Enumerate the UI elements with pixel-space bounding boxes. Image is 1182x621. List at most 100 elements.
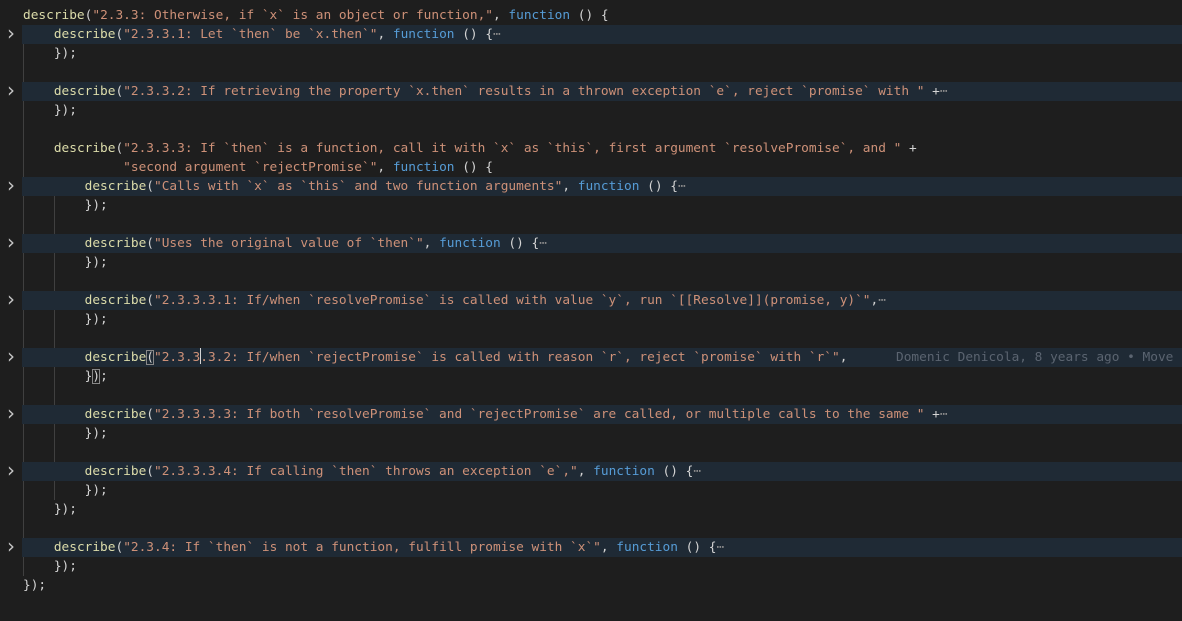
- code-line[interactable]: [0, 120, 1182, 139]
- git-blame-annotation[interactable]: Domenic Denicola, 8 years ago • Move: [896, 348, 1173, 367]
- code-text: });: [23, 310, 108, 329]
- folded-code-line[interactable]: › describe("2.3.4: If `then` is not a fu…: [0, 536, 1182, 557]
- code-text: describe("2.3.3.3.2: If/when `rejectProm…: [23, 348, 847, 367]
- function-name: describe: [53, 540, 116, 555]
- code-line[interactable]: "second argument `rejectPromise`", funct…: [0, 158, 1182, 177]
- matched-bracket: (: [146, 350, 154, 365]
- function-name: describe: [84, 407, 147, 422]
- keyword: function: [508, 8, 571, 23]
- fold-ellipsis[interactable]: ⋯: [716, 540, 724, 555]
- code-text: describe("2.3.3.3.4: If calling `then` t…: [23, 462, 701, 481]
- punctuation: });: [84, 198, 108, 213]
- code-line[interactable]: });: [0, 196, 1182, 215]
- punctuation: });: [53, 103, 77, 118]
- folded-code-line[interactable]: › describe("2.3.3.1: Let `then` be `x.th…: [0, 23, 1182, 44]
- fold-ellipsis[interactable]: ⋯: [878, 293, 886, 308]
- code-line[interactable]: describe("2.3.3: Otherwise, if `x` is an…: [0, 6, 1182, 25]
- keyword: function: [392, 160, 455, 175]
- punctuation: });: [84, 483, 108, 498]
- code-line[interactable]: });: [0, 253, 1182, 272]
- punctuation: ,: [577, 464, 594, 479]
- punctuation: });: [53, 46, 77, 61]
- code-text: describe("2.3.3.1: Let `then` be `x.then…: [23, 25, 501, 44]
- folded-code-line[interactable]: › describe("2.3.3.3.3: If both `resolveP…: [0, 403, 1182, 424]
- code-line[interactable]: });: [0, 576, 1182, 595]
- code-text: });: [23, 500, 77, 519]
- code-line[interactable]: });: [0, 101, 1182, 120]
- code-line[interactable]: });: [0, 424, 1182, 443]
- chevron-right-icon[interactable]: ›: [0, 175, 22, 196]
- fold-ellipsis[interactable]: ⋯: [940, 84, 948, 99]
- function-name: describe: [53, 27, 116, 42]
- punctuation: (: [146, 179, 154, 194]
- code-text: });: [23, 557, 77, 576]
- code-text: });: [23, 253, 108, 272]
- code-line[interactable]: [0, 519, 1182, 538]
- chevron-right-icon[interactable]: ›: [0, 232, 22, 253]
- folded-code-line[interactable]: › describe("2.3.3.3.1: If/when `resolveP…: [0, 289, 1182, 310]
- code-line[interactable]: describe("2.3.3.3: If `then` is a functi…: [0, 139, 1182, 158]
- code-text: describe("Calls with `x` as `this` and t…: [23, 177, 686, 196]
- fold-ellipsis[interactable]: ⋯: [493, 27, 501, 42]
- punctuation: () {: [454, 160, 494, 175]
- punctuation: () {: [677, 540, 717, 555]
- code-text: describe("Uses the original value of `th…: [23, 234, 547, 253]
- punctuation: (: [146, 293, 154, 308]
- string-literal: "Uses the original value of `then`": [154, 236, 424, 251]
- code-line[interactable]: [0, 63, 1182, 82]
- code-text: });: [23, 481, 108, 500]
- code-line[interactable]: [0, 215, 1182, 234]
- folded-code-line[interactable]: › describe("2.3.3.3.4: If calling `then`…: [0, 460, 1182, 481]
- punctuation: ,: [839, 350, 848, 365]
- string-literal: "2.3.3.3: If `then` is a function, call …: [123, 141, 902, 156]
- function-name: describe: [84, 236, 147, 251]
- code-line[interactable]: [0, 386, 1182, 405]
- code-line[interactable]: });: [0, 367, 1182, 386]
- chevron-right-icon[interactable]: ›: [0, 403, 22, 424]
- fold-ellipsis[interactable]: ⋯: [693, 464, 701, 479]
- code-line[interactable]: });: [0, 44, 1182, 63]
- code-text: });: [23, 44, 77, 63]
- function-name: describe: [53, 84, 116, 99]
- folded-code-line[interactable]: › describe("Calls with `x` as `this` and…: [0, 175, 1182, 196]
- folded-code-line[interactable]: › describe("2.3.3.3.2: If/when `rejectPr…: [0, 346, 1182, 367]
- folded-code-line[interactable]: › describe("Uses the original value of `…: [0, 232, 1182, 253]
- string-literal: "2.3.3: Otherwise, if `x` is an object o…: [92, 8, 493, 23]
- code-text: });: [23, 367, 108, 386]
- fold-ellipsis[interactable]: ⋯: [940, 407, 948, 422]
- keyword: function: [577, 179, 640, 194]
- string-literal: "2.3.3.2: If retrieving the property `x.…: [123, 84, 925, 99]
- punctuation: +: [901, 141, 917, 156]
- punctuation: () {: [454, 27, 494, 42]
- code-text: });: [23, 424, 108, 443]
- chevron-right-icon[interactable]: ›: [0, 460, 22, 481]
- string-literal: "2.3.3.3.1: If/when `resolvePromise` is …: [154, 293, 871, 308]
- fold-ellipsis[interactable]: ⋯: [539, 236, 547, 251]
- code-text: describe("2.3.3.3.1: If/when `resolvePro…: [23, 291, 886, 310]
- code-line[interactable]: });: [0, 557, 1182, 576]
- code-line[interactable]: [0, 329, 1182, 348]
- matched-bracket: ): [92, 369, 101, 384]
- string-literal: "Calls with `x` as `this` and two functi…: [154, 179, 563, 194]
- chevron-right-icon[interactable]: ›: [0, 23, 22, 44]
- code-line[interactable]: });: [0, 310, 1182, 329]
- chevron-right-icon[interactable]: ›: [0, 346, 22, 367]
- code-text: describe("2.3.3: Otherwise, if `x` is an…: [23, 6, 609, 25]
- function-name: describe: [84, 179, 147, 194]
- code-line[interactable]: });: [0, 500, 1182, 519]
- chevron-right-icon[interactable]: ›: [0, 80, 22, 101]
- keyword: function: [616, 540, 678, 555]
- folded-code-line[interactable]: › describe("2.3.3.2: If retrieving the p…: [0, 80, 1182, 101]
- punctuation: ,: [423, 236, 440, 251]
- code-line[interactable]: [0, 443, 1182, 462]
- fold-ellipsis[interactable]: ⋯: [678, 179, 686, 194]
- punctuation: ;: [100, 369, 108, 384]
- chevron-right-icon[interactable]: ›: [0, 536, 22, 557]
- punctuation: ,: [600, 540, 617, 555]
- chevron-right-icon[interactable]: ›: [0, 289, 22, 310]
- code-text: "second argument `rejectPromise`", funct…: [23, 158, 493, 177]
- function-name: describe: [84, 464, 147, 479]
- code-line[interactable]: });: [0, 481, 1182, 500]
- code-editor[interactable]: describe("2.3.3: Otherwise, if `x` is an…: [0, 6, 1182, 595]
- code-line[interactable]: [0, 272, 1182, 291]
